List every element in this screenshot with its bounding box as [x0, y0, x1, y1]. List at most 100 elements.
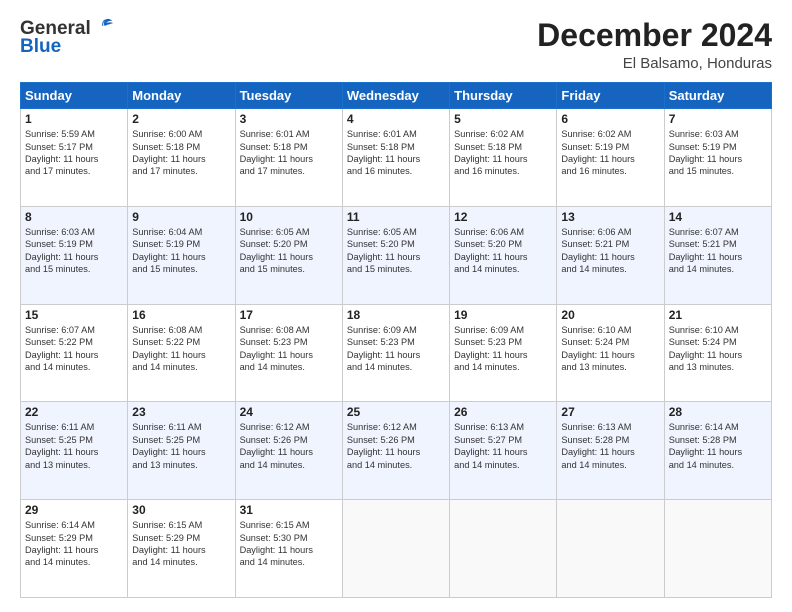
- day-number: 5: [454, 112, 552, 126]
- day-number: 4: [347, 112, 445, 126]
- cell-info: Sunrise: 6:05 AM Sunset: 5:20 PM Dayligh…: [240, 226, 338, 276]
- calendar-cell: [342, 500, 449, 598]
- cell-info: Sunrise: 6:02 AM Sunset: 5:18 PM Dayligh…: [454, 128, 552, 178]
- day-number: 27: [561, 405, 659, 419]
- day-number: 15: [25, 308, 123, 322]
- calendar-cell: 10 Sunrise: 6:05 AM Sunset: 5:20 PM Dayli…: [235, 206, 342, 304]
- col-header-thursday: Thursday: [450, 83, 557, 109]
- calendar-cell: 4 Sunrise: 6:01 AM Sunset: 5:18 PM Daylig…: [342, 109, 449, 207]
- day-number: 28: [669, 405, 767, 419]
- calendar-cell: 14 Sunrise: 6:07 AM Sunset: 5:21 PM Dayli…: [664, 206, 771, 304]
- cell-info: Sunrise: 6:14 AM Sunset: 5:29 PM Dayligh…: [25, 519, 123, 569]
- day-number: 18: [347, 308, 445, 322]
- col-header-saturday: Saturday: [664, 83, 771, 109]
- main-title: December 2024: [537, 18, 772, 53]
- calendar-cell: 26 Sunrise: 6:13 AM Sunset: 5:27 PM Dayli…: [450, 402, 557, 500]
- day-number: 17: [240, 308, 338, 322]
- day-number: 1: [25, 112, 123, 126]
- calendar-cell: 30 Sunrise: 6:15 AM Sunset: 5:29 PM Dayli…: [128, 500, 235, 598]
- header: General Blue December 2024 El Balsamo, H…: [20, 18, 772, 72]
- day-number: 8: [25, 210, 123, 224]
- day-number: 3: [240, 112, 338, 126]
- cell-info: Sunrise: 6:12 AM Sunset: 5:26 PM Dayligh…: [240, 421, 338, 471]
- day-number: 7: [669, 112, 767, 126]
- calendar-cell: 24Sunrise: 6:12 AM Sunset: 5:26 PM Dayli…: [235, 402, 342, 500]
- logo-bird-icon: [93, 16, 115, 38]
- cell-info: Sunrise: 6:11 AM Sunset: 5:25 PM Dayligh…: [132, 421, 230, 471]
- cell-info: Sunrise: 6:03 AM Sunset: 5:19 PM Dayligh…: [25, 226, 123, 276]
- day-number: 21: [669, 308, 767, 322]
- subtitle: El Balsamo, Honduras: [537, 55, 772, 72]
- day-number: 10: [240, 210, 338, 224]
- calendar-cell: 29 Sunrise: 6:14 AM Sunset: 5:29 PM Dayli…: [21, 500, 128, 598]
- cell-info: Sunrise: 6:00 AM Sunset: 5:18 PM Dayligh…: [132, 128, 230, 178]
- day-number: 23: [132, 405, 230, 419]
- day-number: 6: [561, 112, 659, 126]
- calendar-cell: 15Sunrise: 6:07 AM Sunset: 5:22 PM Dayli…: [21, 304, 128, 402]
- cell-info: Sunrise: 6:04 AM Sunset: 5:19 PM Dayligh…: [132, 226, 230, 276]
- cell-info: Sunrise: 6:07 AM Sunset: 5:21 PM Dayligh…: [669, 226, 767, 276]
- calendar-cell: 7Sunrise: 6:03 AM Sunset: 5:19 PM Daylig…: [664, 109, 771, 207]
- cell-info: Sunrise: 5:59 AM Sunset: 5:17 PM Dayligh…: [25, 128, 123, 178]
- cell-info: Sunrise: 6:12 AM Sunset: 5:26 PM Dayligh…: [347, 421, 445, 471]
- calendar-table: SundayMondayTuesdayWednesdayThursdayFrid…: [20, 82, 772, 598]
- cell-info: Sunrise: 6:05 AM Sunset: 5:20 PM Dayligh…: [347, 226, 445, 276]
- cell-info: Sunrise: 6:01 AM Sunset: 5:18 PM Dayligh…: [240, 128, 338, 178]
- calendar-cell: 1 Sunrise: 5:59 AM Sunset: 5:17 PM Daylig…: [21, 109, 128, 207]
- cell-info: Sunrise: 6:09 AM Sunset: 5:23 PM Dayligh…: [347, 324, 445, 374]
- calendar-cell: 21 Sunrise: 6:10 AM Sunset: 5:24 PM Dayli…: [664, 304, 771, 402]
- calendar-cell: 8 Sunrise: 6:03 AM Sunset: 5:19 PM Daylig…: [21, 206, 128, 304]
- day-number: 16: [132, 308, 230, 322]
- day-number: 30: [132, 503, 230, 517]
- cell-info: Sunrise: 6:11 AM Sunset: 5:25 PM Dayligh…: [25, 421, 123, 471]
- day-number: 9: [132, 210, 230, 224]
- calendar-cell: 16 Sunrise: 6:08 AM Sunset: 5:22 PM Dayli…: [128, 304, 235, 402]
- calendar-cell: [557, 500, 664, 598]
- calendar-cell: 20Sunrise: 6:10 AM Sunset: 5:24 PM Dayli…: [557, 304, 664, 402]
- calendar-cell: 12 Sunrise: 6:06 AM Sunset: 5:20 PM Dayli…: [450, 206, 557, 304]
- calendar-cell: [664, 500, 771, 598]
- cell-info: Sunrise: 6:02 AM Sunset: 5:19 PM Dayligh…: [561, 128, 659, 178]
- cell-info: Sunrise: 6:06 AM Sunset: 5:20 PM Dayligh…: [454, 226, 552, 276]
- calendar-cell: [450, 500, 557, 598]
- cell-info: Sunrise: 6:15 AM Sunset: 5:30 PM Dayligh…: [240, 519, 338, 569]
- calendar-cell: 6 Sunrise: 6:02 AM Sunset: 5:19 PM Daylig…: [557, 109, 664, 207]
- cell-info: Sunrise: 6:10 AM Sunset: 5:24 PM Dayligh…: [669, 324, 767, 374]
- col-header-tuesday: Tuesday: [235, 83, 342, 109]
- col-header-sunday: Sunday: [21, 83, 128, 109]
- cell-info: Sunrise: 6:10 AM Sunset: 5:24 PM Dayligh…: [561, 324, 659, 374]
- logo: General Blue: [20, 18, 115, 58]
- day-number: 14: [669, 210, 767, 224]
- calendar-cell: 28 Sunrise: 6:14 AM Sunset: 5:28 PM Dayli…: [664, 402, 771, 500]
- title-block: December 2024 El Balsamo, Honduras: [537, 18, 772, 72]
- day-number: 11: [347, 210, 445, 224]
- calendar-cell: 19 Sunrise: 6:09 AM Sunset: 5:23 PM Dayli…: [450, 304, 557, 402]
- cell-info: Sunrise: 6:13 AM Sunset: 5:27 PM Dayligh…: [454, 421, 552, 471]
- calendar-cell: 2 Sunrise: 6:00 AM Sunset: 5:18 PM Daylig…: [128, 109, 235, 207]
- cell-info: Sunrise: 6:14 AM Sunset: 5:28 PM Dayligh…: [669, 421, 767, 471]
- calendar-cell: 27 Sunrise: 6:13 AM Sunset: 5:28 PM Dayli…: [557, 402, 664, 500]
- day-number: 26: [454, 405, 552, 419]
- calendar-cell: 25 Sunrise: 6:12 AM Sunset: 5:26 PM Dayli…: [342, 402, 449, 500]
- day-number: 29: [25, 503, 123, 517]
- logo-blue-text: Blue: [20, 36, 61, 58]
- cell-info: Sunrise: 6:01 AM Sunset: 5:18 PM Dayligh…: [347, 128, 445, 178]
- calendar-cell: 17 Sunrise: 6:08 AM Sunset: 5:23 PM Dayli…: [235, 304, 342, 402]
- cell-info: Sunrise: 6:09 AM Sunset: 5:23 PM Dayligh…: [454, 324, 552, 374]
- cell-info: Sunrise: 6:13 AM Sunset: 5:28 PM Dayligh…: [561, 421, 659, 471]
- day-number: 2: [132, 112, 230, 126]
- calendar-cell: 3 Sunrise: 6:01 AM Sunset: 5:18 PM Daylig…: [235, 109, 342, 207]
- calendar-cell: 23 Sunrise: 6:11 AM Sunset: 5:25 PM Dayli…: [128, 402, 235, 500]
- cell-info: Sunrise: 6:15 AM Sunset: 5:29 PM Dayligh…: [132, 519, 230, 569]
- day-number: 13: [561, 210, 659, 224]
- cell-info: Sunrise: 6:06 AM Sunset: 5:21 PM Dayligh…: [561, 226, 659, 276]
- col-header-friday: Friday: [557, 83, 664, 109]
- calendar-cell: 13 Sunrise: 6:06 AM Sunset: 5:21 PM Dayli…: [557, 206, 664, 304]
- cell-info: Sunrise: 6:08 AM Sunset: 5:23 PM Dayligh…: [240, 324, 338, 374]
- cell-info: Sunrise: 6:08 AM Sunset: 5:22 PM Dayligh…: [132, 324, 230, 374]
- col-header-monday: Monday: [128, 83, 235, 109]
- day-number: 25: [347, 405, 445, 419]
- day-number: 19: [454, 308, 552, 322]
- day-number: 12: [454, 210, 552, 224]
- calendar-cell: 22Sunrise: 6:11 AM Sunset: 5:25 PM Dayli…: [21, 402, 128, 500]
